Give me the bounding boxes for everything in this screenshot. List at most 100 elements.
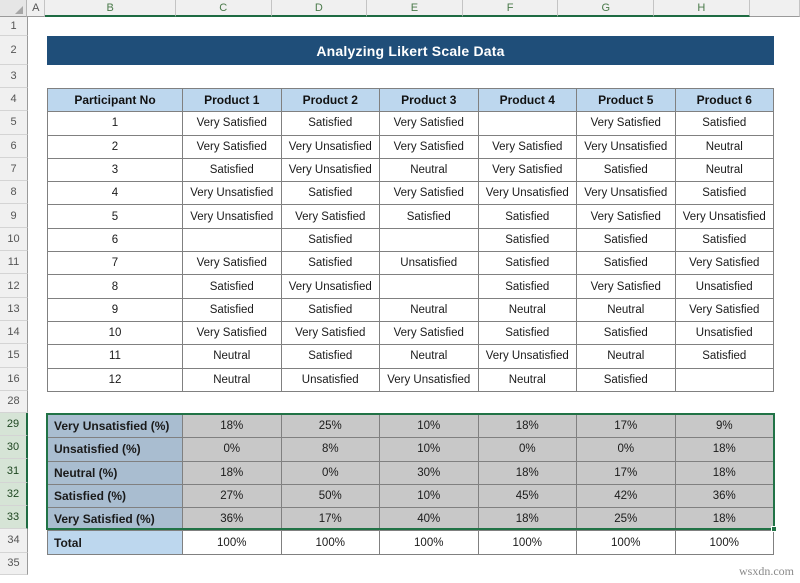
participant-no-cell[interactable]: 1 (48, 112, 183, 135)
response-cell[interactable]: Satisfied (183, 298, 282, 321)
response-cell[interactable]: Neutral (577, 298, 676, 321)
row-header-28[interactable]: 28 (0, 391, 28, 413)
response-cell[interactable]: Neutral (675, 135, 774, 158)
summary-value-cell[interactable]: 0% (183, 438, 282, 461)
summary-value-cell[interactable]: 0% (281, 461, 380, 484)
response-cell[interactable]: Very Unsatisfied (183, 182, 282, 205)
summary-value-cell[interactable]: 0% (577, 438, 676, 461)
summary-value-cell[interactable]: 18% (478, 461, 577, 484)
participant-no-cell[interactable]: 3 (48, 158, 183, 181)
response-cell[interactable]: Very Satisfied (380, 112, 479, 135)
response-cell[interactable]: Satisfied (478, 275, 577, 298)
column-header-C[interactable]: C (176, 0, 272, 17)
response-cell[interactable]: Satisfied (380, 205, 479, 228)
response-cell[interactable]: Unsatisfied (675, 321, 774, 344)
row-header-8[interactable]: 8 (0, 181, 28, 204)
response-cell[interactable]: Very Satisfied (577, 275, 676, 298)
summary-value-cell[interactable]: 18% (675, 461, 774, 484)
response-cell[interactable]: Very Unsatisfied (675, 205, 774, 228)
response-cell[interactable]: Satisfied (281, 182, 380, 205)
summary-value-cell[interactable]: 36% (183, 508, 282, 531)
response-cell[interactable]: Neutral (478, 368, 577, 391)
summary-value-cell[interactable]: 18% (478, 508, 577, 531)
summary-value-cell[interactable]: 30% (380, 461, 479, 484)
response-cell[interactable]: Very Satisfied (478, 158, 577, 181)
summary-value-cell[interactable]: 100% (281, 531, 380, 554)
summary-value-cell[interactable]: 100% (380, 531, 479, 554)
row-header-13[interactable]: 13 (0, 298, 28, 321)
response-cell[interactable]: Neutral (183, 345, 282, 368)
row-header-5[interactable]: 5 (0, 111, 28, 134)
row-header-2[interactable]: 2 (0, 36, 28, 65)
response-cell[interactable]: Very Satisfied (577, 112, 676, 135)
column-header-G[interactable]: G (558, 0, 654, 17)
row-header-16[interactable]: 16 (0, 368, 28, 391)
summary-value-cell[interactable]: 100% (675, 531, 774, 554)
response-cell[interactable]: Unsatisfied (380, 252, 479, 275)
summary-value-cell[interactable]: 0% (478, 438, 577, 461)
row-header-1[interactable]: 1 (0, 17, 28, 36)
summary-value-cell[interactable]: 17% (281, 508, 380, 531)
participant-no-cell[interactable]: 6 (48, 228, 183, 251)
response-cell[interactable]: Neutral (380, 345, 479, 368)
summary-value-cell[interactable]: 18% (183, 415, 282, 438)
summary-value-cell[interactable]: 17% (577, 415, 676, 438)
select-all-corner[interactable] (0, 0, 27, 17)
row-header-11[interactable]: 11 (0, 251, 28, 274)
summary-value-cell[interactable]: 25% (281, 415, 380, 438)
row-header-35[interactable]: 35 (0, 553, 28, 575)
summary-value-cell[interactable]: 45% (478, 484, 577, 507)
summary-value-cell[interactable]: 100% (183, 531, 282, 554)
summary-value-cell[interactable]: 36% (675, 484, 774, 507)
response-cell[interactable]: Satisfied (577, 368, 676, 391)
response-cell[interactable] (478, 112, 577, 135)
row-header-4[interactable]: 4 (0, 88, 28, 111)
column-header-F[interactable]: F (463, 0, 559, 17)
row-header-10[interactable]: 10 (0, 228, 28, 251)
summary-value-cell[interactable]: 18% (675, 508, 774, 531)
summary-row-label[interactable]: Total (48, 531, 183, 554)
column-header-E[interactable]: E (367, 0, 463, 17)
response-cell[interactable]: Very Satisfied (281, 205, 380, 228)
row-header-9[interactable]: 9 (0, 204, 28, 227)
row-header-15[interactable]: 15 (0, 344, 28, 367)
response-cell[interactable]: Satisfied (478, 205, 577, 228)
response-cell[interactable]: Very Unsatisfied (478, 182, 577, 205)
response-cell[interactable]: Very Unsatisfied (281, 275, 380, 298)
summary-row-label[interactable]: Neutral (%) (48, 461, 183, 484)
participant-no-cell[interactable]: 9 (48, 298, 183, 321)
participant-no-cell[interactable]: 12 (48, 368, 183, 391)
participant-no-cell[interactable]: 10 (48, 321, 183, 344)
row-header-30[interactable]: 30 (0, 436, 28, 459)
response-cell[interactable]: Very Satisfied (675, 252, 774, 275)
response-cell[interactable]: Very Satisfied (577, 205, 676, 228)
summary-value-cell[interactable]: 18% (183, 461, 282, 484)
summary-value-cell[interactable]: 10% (380, 484, 479, 507)
response-cell[interactable]: Satisfied (478, 252, 577, 275)
response-cell[interactable]: Neutral (183, 368, 282, 391)
response-cell[interactable]: Very Satisfied (380, 182, 479, 205)
row-header-29[interactable]: 29 (0, 413, 28, 436)
response-cell[interactable]: Very Unsatisfied (380, 368, 479, 391)
row-header-34[interactable]: 34 (0, 529, 28, 552)
response-cell[interactable]: Very Unsatisfied (577, 135, 676, 158)
summary-value-cell[interactable]: 8% (281, 438, 380, 461)
summary-value-cell[interactable]: 10% (380, 438, 479, 461)
row-header-12[interactable]: 12 (0, 274, 28, 297)
response-cell[interactable]: Very Satisfied (380, 135, 479, 158)
response-cell[interactable]: Very Unsatisfied (183, 205, 282, 228)
row-header-6[interactable]: 6 (0, 135, 28, 158)
response-cell[interactable]: Very Unsatisfied (577, 182, 676, 205)
response-cell[interactable]: Satisfied (577, 228, 676, 251)
participant-no-cell[interactable]: 11 (48, 345, 183, 368)
participant-no-cell[interactable]: 2 (48, 135, 183, 158)
column-header-A[interactable]: A (27, 0, 45, 17)
summary-value-cell[interactable]: 50% (281, 484, 380, 507)
response-cell[interactable]: Satisfied (281, 112, 380, 135)
row-header-3[interactable]: 3 (0, 65, 28, 88)
response-cell[interactable]: Very Satisfied (281, 321, 380, 344)
response-cell[interactable]: Satisfied (577, 321, 676, 344)
response-cell[interactable]: Very Satisfied (183, 252, 282, 275)
summary-row-label[interactable]: Very Unsatisfied (%) (48, 415, 183, 438)
column-header-B[interactable]: B (45, 0, 175, 17)
